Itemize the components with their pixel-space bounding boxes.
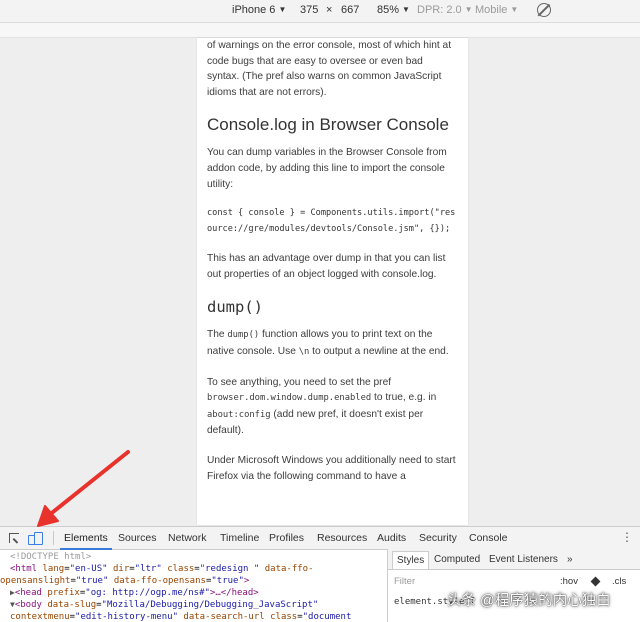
tab-event-listeners[interactable]: Event Listeners	[489, 554, 558, 565]
tab-console[interactable]: Console	[469, 532, 508, 544]
class-toggle[interactable]: .cls	[612, 576, 626, 587]
mode-select[interactable]: Mobile ▼	[475, 4, 518, 16]
tab-security[interactable]: Security	[419, 532, 457, 544]
paragraph-advantage: This has an advantage over dump in that …	[207, 253, 446, 280]
tab-computed[interactable]: Computed	[434, 554, 480, 565]
doctype-node[interactable]: <!DOCTYPE html>	[10, 551, 91, 563]
tab-timeline[interactable]: Timeline	[220, 532, 259, 544]
watermark: 头条 @程序猿的内心独白	[447, 593, 611, 609]
html-node-continued[interactable]: opensanslight="true" data-ffo-opensans="…	[0, 575, 249, 587]
tab-elements[interactable]: Elements	[60, 532, 112, 550]
styles-sidebar: Styles Computed Event Listeners » Filter…	[387, 549, 640, 622]
dimension-separator: ×	[326, 4, 333, 16]
tab-styles[interactable]: Styles	[392, 551, 430, 569]
device-select[interactable]: iPhone 6 ▼	[232, 4, 286, 16]
zoom-select[interactable]: 85% ▼	[377, 4, 410, 16]
tab-resources[interactable]: Resources	[317, 532, 367, 544]
tab-sources[interactable]: Sources	[118, 532, 157, 544]
ruler	[0, 23, 640, 38]
paragraph-dump: The dump() function allows you to print …	[207, 329, 449, 357]
body-node-continued[interactable]: contextmenu="edit-history-menu" data-sea…	[10, 611, 351, 622]
more-tabs-icon[interactable]: »	[567, 554, 573, 565]
devtools-tab-bar: Elements Sources Network Timeline Profil…	[0, 526, 640, 550]
tab-audits[interactable]: Audits	[377, 532, 406, 544]
body-node[interactable]: ▼<body data-slug="Mozilla/Debugging/Debu…	[10, 599, 318, 611]
paragraph-windows: Under Microsoft Windows you additionally…	[207, 454, 456, 482]
tab-profiles[interactable]: Profiles	[269, 532, 304, 544]
html-node[interactable]: <html lang="en-US" dir="ltr" class="rede…	[10, 563, 314, 575]
dpr-select[interactable]: DPR: 2.0 ▼	[417, 4, 473, 16]
device-mode-icon[interactable]	[27, 530, 43, 546]
toolbar-divider	[53, 531, 54, 545]
paragraph-intro: of warnings on the error console, most o…	[207, 40, 452, 98]
inspect-icon[interactable]	[6, 530, 22, 546]
more-options-icon[interactable]: ⋮	[621, 530, 633, 544]
tab-network[interactable]: Network	[168, 532, 207, 544]
elements-tree[interactable]: <!DOCTYPE html> <html lang="en-US" dir="…	[0, 549, 387, 622]
article-content: of warnings on the error console, most o…	[207, 38, 457, 498]
paint-icon[interactable]	[590, 576, 601, 587]
head-node[interactable]: ▶<head prefix="og: http://ogp.me/ns#">…<…	[10, 587, 259, 599]
paragraph-console: You can dump variables in the Browser Co…	[207, 147, 447, 190]
heading-dump: dump()	[207, 298, 263, 317]
heading-console-log: Console.log in Browser Console	[207, 115, 449, 135]
device-toolbar: iPhone 6 ▼ 375 × 667 85% ▼ DPR: 2.0 ▼ Mobil…	[0, 0, 640, 23]
device-viewport[interactable]: of warnings on the error console, most o…	[197, 38, 468, 525]
height-input[interactable]: 667	[341, 4, 359, 16]
styles-tab-bar: Styles Computed Event Listeners »	[388, 549, 640, 570]
hover-state-toggle[interactable]: :hov	[560, 576, 578, 587]
width-input[interactable]: 375	[300, 4, 318, 16]
styles-filter-input[interactable]: Filter	[394, 576, 415, 587]
paragraph-see-anything: To see anything, you need to set the pre…	[207, 376, 437, 437]
code-block-import: const { console } = Components.utils.imp…	[207, 208, 456, 234]
rotate-icon[interactable]	[537, 3, 551, 17]
